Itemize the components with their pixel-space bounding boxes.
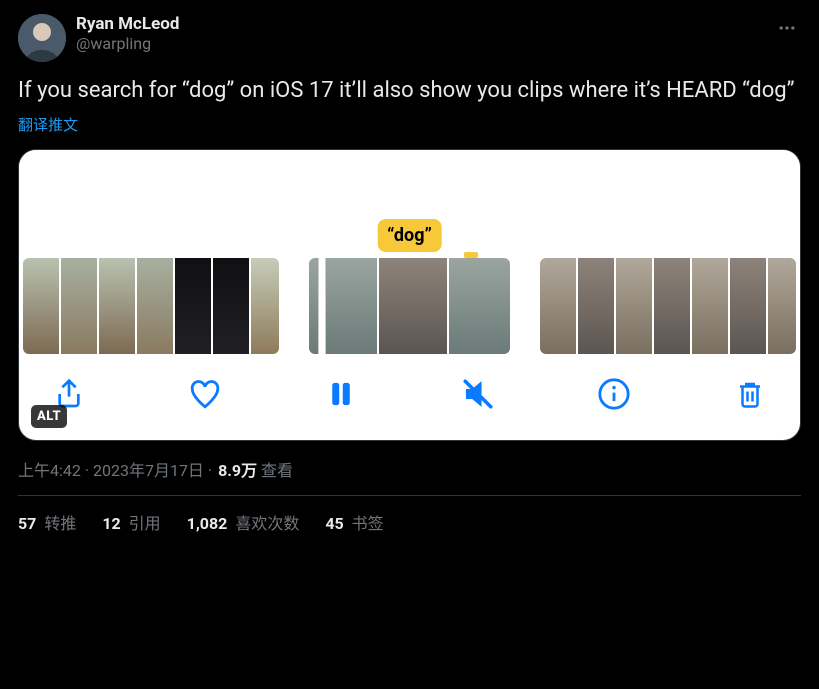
mute-icon	[461, 377, 495, 411]
heart-icon	[188, 377, 222, 411]
pause-icon	[327, 378, 355, 410]
tweet-header: Ryan McLeod @warpling	[18, 14, 801, 62]
like-button[interactable]	[183, 372, 227, 416]
clip-thumb	[449, 258, 511, 354]
tweet-text: If you search for “dog” on iOS 17 it’ll …	[18, 76, 801, 106]
clip-thumb	[251, 258, 279, 354]
likes-stat[interactable]: 1,082 喜欢次数	[187, 510, 300, 534]
bookmarks-stat[interactable]: 45 书签	[325, 510, 383, 534]
clip-thumb	[540, 258, 576, 354]
tweet-date[interactable]: 2023年7月17日	[93, 461, 204, 480]
media-controls	[19, 354, 800, 440]
retweets-stat[interactable]: 57 转推	[18, 510, 76, 534]
clip-thumb	[137, 258, 173, 354]
tweet-meta: 上午4:42 · 2023年7月17日 · 8.9万 查看	[18, 457, 801, 481]
clip-thumb	[61, 258, 97, 354]
trash-button[interactable]	[728, 372, 772, 416]
playhead[interactable]	[319, 258, 325, 354]
clip-thumb	[379, 258, 447, 354]
views-label: 查看	[257, 461, 293, 480]
video-timeline[interactable]	[19, 258, 800, 354]
clip-thumb	[578, 258, 614, 354]
alt-badge[interactable]: ALT	[31, 405, 67, 428]
trash-icon	[735, 377, 765, 411]
clip-thumb	[213, 258, 249, 354]
tweet-stats: 57 转推 12 引用 1,082 喜欢次数 45 书签	[18, 496, 801, 534]
tweet-time[interactable]: 上午4:42	[18, 461, 81, 480]
tweet: Ryan McLeod @warpling If you search for …	[0, 0, 819, 544]
timeline-track	[19, 258, 800, 354]
clip-thumb	[23, 258, 59, 354]
clip-thumb	[654, 258, 690, 354]
info-icon	[597, 377, 631, 411]
author-names: Ryan McLeod @warpling	[76, 14, 763, 54]
display-name[interactable]: Ryan McLeod	[76, 14, 763, 34]
clip-group-active[interactable]	[309, 258, 511, 354]
avatar[interactable]	[18, 14, 66, 62]
clip-thumb	[768, 258, 796, 354]
translate-link[interactable]: 翻译推文	[18, 114, 801, 135]
pause-button[interactable]	[319, 372, 363, 416]
clip-thumb	[692, 258, 728, 354]
clip-group[interactable]	[540, 258, 796, 354]
media-top-whitespace: “dog”	[19, 150, 800, 258]
search-highlight-label: “dog”	[377, 219, 442, 252]
quotes-stat[interactable]: 12 引用	[102, 510, 160, 534]
more-icon	[777, 18, 797, 38]
clip-group[interactable]	[23, 258, 279, 354]
clip-thumb	[99, 258, 135, 354]
media-card[interactable]: “dog”	[18, 149, 801, 441]
more-button[interactable]	[773, 14, 801, 46]
mute-button[interactable]	[456, 372, 500, 416]
clip-thumb	[730, 258, 766, 354]
handle[interactable]: @warpling	[76, 34, 763, 53]
info-button[interactable]	[592, 372, 636, 416]
views-count[interactable]: 8.9万	[218, 461, 257, 480]
clip-thumb	[175, 258, 211, 354]
clip-thumb	[616, 258, 652, 354]
